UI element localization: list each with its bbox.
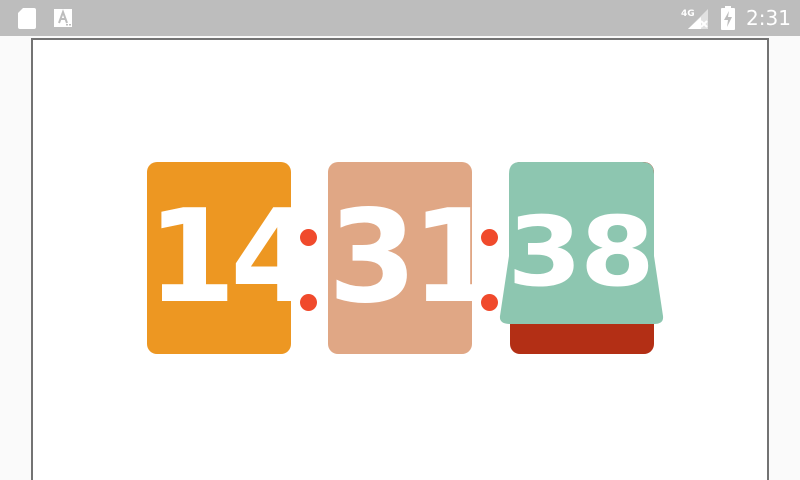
hours-card: 14 [147,162,291,354]
colon-dot [300,294,317,311]
seconds-digits: 38 [507,196,654,308]
minutes-card: 31 [328,162,472,354]
sd-card-icon [18,8,36,29]
status-bar: 4G 2:31 [0,0,800,36]
network-label: 4G [681,9,695,19]
hours-digits: 14 [147,183,291,332]
battery-charging-icon [721,6,735,30]
colon-dot [300,229,317,246]
a-icon [54,9,72,27]
status-time: 2:31 [746,6,791,30]
minutes-digits: 31 [328,183,472,332]
signal-icon: 4G [681,9,708,29]
